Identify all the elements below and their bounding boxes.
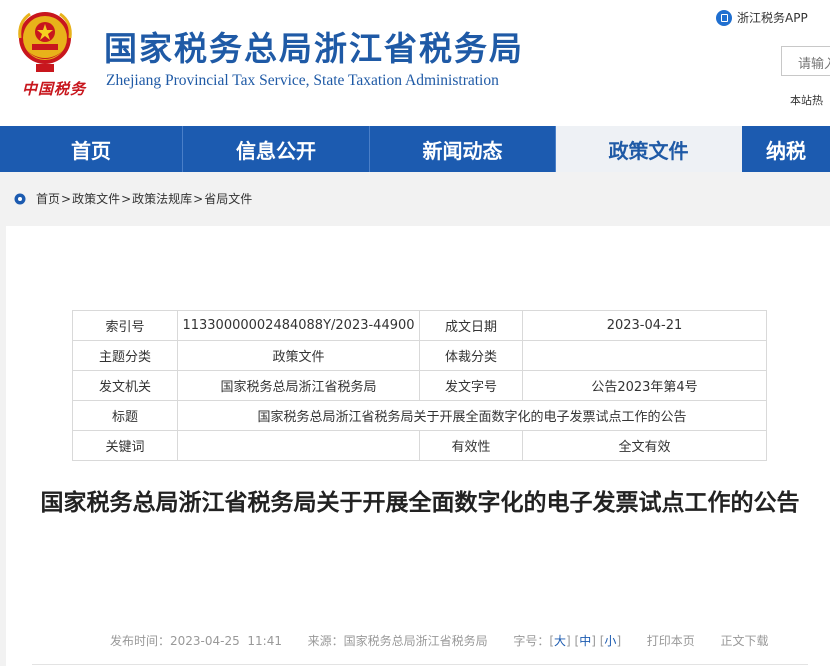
validity-label: 有效性 [419,430,523,461]
title-label: 标题 [72,400,178,431]
article-meta-bar: 发布时间：2023-04-25 11:41 来源：国家税务总局浙江省税务局 字号… [110,634,769,648]
app-link-label: 浙江税务APP [737,11,808,25]
breadcrumb: 首页 > 政策文件 > 政策法规库 > 省局文件 [14,190,252,207]
font-size-label: 字号： [513,634,550,648]
index-value: 11330000002484088Y/2023-44900 [177,310,420,341]
nav-item-home[interactable]: 首页 [0,126,183,172]
table-row: 主题分类 政策文件 体裁分类 [72,340,767,371]
nav-item-label: 信息公开 [236,138,316,163]
app-link[interactable]: 浙江税务APP [716,9,808,26]
genre-value [522,340,767,371]
search-input[interactable] [781,46,830,76]
issuer-value: 国家税务总局浙江省税务局 [177,370,420,401]
download-link[interactable]: 正文下载 [720,634,768,648]
date-value: 2023-04-21 [522,310,767,341]
issuer-label: 发文机关 [72,370,178,401]
article-title: 国家税务总局浙江省税务局关于开展全面数字化的电子发票试点工作的公告 [40,490,800,516]
title-value: 国家税务总局浙江省税务局关于开展全面数字化的电子发票试点工作的公告 [177,400,767,431]
mobile-app-icon [716,9,732,26]
index-label: 索引号 [72,310,178,341]
genre-label: 体裁分类 [419,340,523,371]
source-value: 国家税务总局浙江省税务局 [343,634,488,648]
breadcrumb-separator: > [61,191,72,206]
breadcrumb-provincial[interactable]: 省局文件 [204,190,252,207]
publish-time: 2023-04-25 11:41 [170,634,282,648]
docno-label: 发文字号 [419,370,523,401]
font-size-small-link[interactable]: 小 [604,634,616,648]
font-size-large-link[interactable]: 大 [554,634,566,648]
source-label: 来源： [307,634,344,648]
docno-value: 公告2023年第4号 [522,370,767,401]
font-size-medium-link[interactable]: 中 [579,634,591,648]
article-content: 索引号 11330000002484088Y/2023-44900 成文日期 2… [6,226,830,666]
print-link[interactable]: 打印本页 [647,634,695,648]
nav-item-info[interactable]: 信息公开 [183,126,370,172]
breadcrumb-home[interactable]: 首页 [36,190,60,207]
site-subtitle: Zhejiang Provincial Tax Service, State T… [106,72,499,89]
nav-item-taxpayer[interactable]: 纳税 [742,126,830,172]
validity-value: 全文有效 [522,430,767,461]
breadcrumb-library[interactable]: 政策法规库 [132,190,192,207]
table-row: 关键词 有效性 全文有效 [72,430,767,461]
table-row: 发文机关 国家税务总局浙江省税务局 发文字号 公告2023年第4号 [72,370,767,401]
publish-label: 发布时间： [110,634,171,648]
nav-item-label: 政策文件 [608,138,689,163]
breadcrumb-separator: > [121,191,132,206]
nav-item-label: 新闻动态 [422,138,503,163]
date-label: 成文日期 [419,310,523,341]
emblem-caption: 中国税务 [22,80,87,98]
location-pin-icon [14,193,26,204]
table-row: 标题 国家税务总局浙江省税务局关于开展全面数字化的电子发票试点工作的公告 [72,400,767,431]
subject-value: 政策文件 [177,340,420,371]
breadcrumb-separator: > [193,191,204,206]
breadcrumb-policy[interactable]: 政策文件 [72,190,120,207]
keywords-value [177,430,420,461]
main-nav: 首页 信息公开 新闻动态 政策文件 纳税 [0,126,830,172]
nav-item-policy[interactable]: 政策文件 [556,126,742,172]
divider [32,664,808,665]
tax-emblem-icon [18,12,72,72]
site-header: 中国税务 国家税务总局浙江省税务局 Zhejiang Provincial Ta… [0,0,830,126]
subject-label: 主题分类 [72,340,178,371]
nav-item-news[interactable]: 新闻动态 [370,126,556,172]
table-row: 索引号 11330000002484088Y/2023-44900 成文日期 2… [72,310,767,341]
hot-words-label: 本站热 [790,94,823,107]
nav-item-label: 首页 [71,138,111,163]
keywords-label: 关键词 [72,430,178,461]
document-meta-table: 索引号 11330000002484088Y/2023-44900 成文日期 2… [72,310,767,461]
site-title[interactable]: 国家税务总局浙江省税务局 [104,22,524,70]
nav-item-label: 纳税 [766,138,806,163]
